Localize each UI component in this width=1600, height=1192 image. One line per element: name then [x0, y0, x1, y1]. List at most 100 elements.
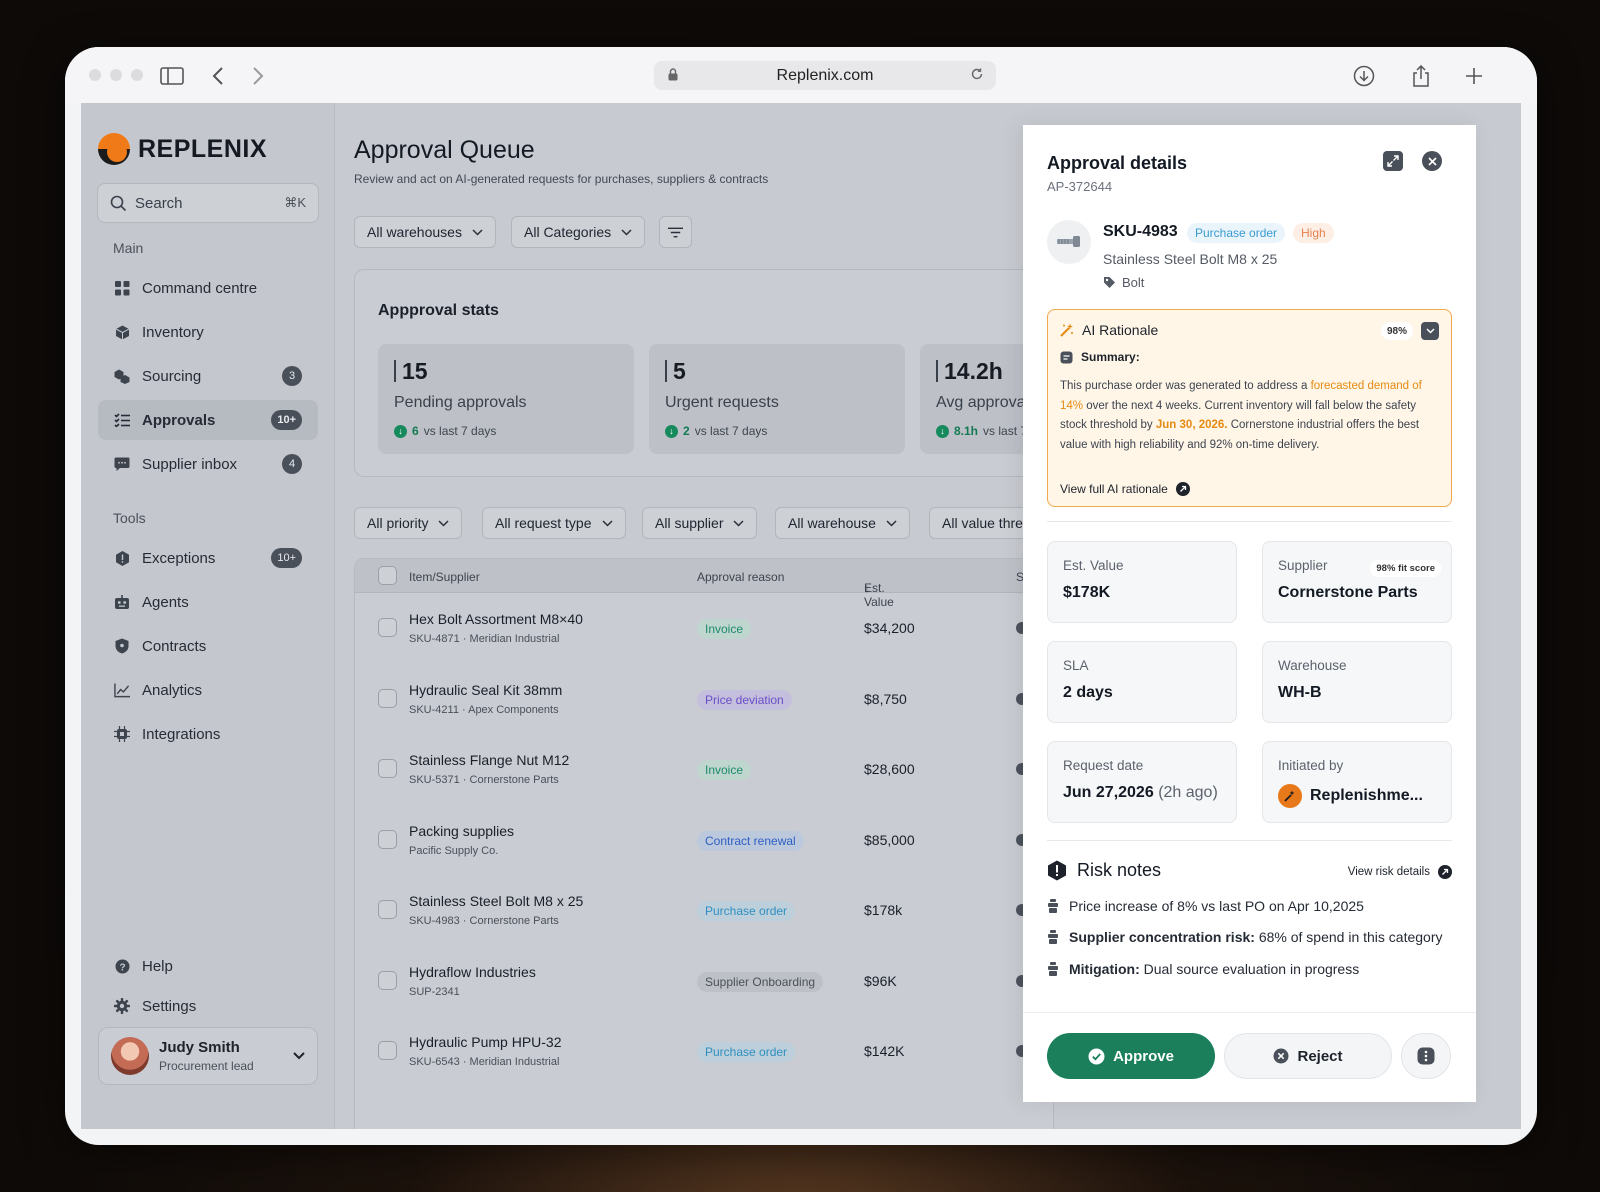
approve-button[interactable]: Approve: [1047, 1033, 1215, 1079]
collapse-button[interactable]: [1421, 322, 1439, 340]
select-all-checkbox[interactable]: [378, 566, 397, 585]
page-title: Approval Queue: [354, 136, 535, 164]
user-menu[interactable]: Judy Smith Procurement lead: [98, 1027, 318, 1085]
boxes-icon: [114, 368, 130, 384]
stat-value: 5: [665, 360, 889, 383]
address-bar[interactable]: Replenix.com: [654, 61, 996, 90]
table-row[interactable]: Stainless Steel Bolt M8 x 25 SKU-4983 · C…: [355, 875, 1053, 946]
row-checkbox[interactable]: [378, 900, 397, 919]
ai-summary-text: This purchase order was generated to add…: [1060, 380, 1422, 451]
download-icon[interactable]: [1351, 63, 1377, 89]
row-checkbox[interactable]: [378, 759, 397, 778]
filter-settings-button[interactable]: [659, 216, 692, 248]
stat-delta: ↓ 2 vs last 7 days: [665, 424, 889, 438]
sidebar-item-command-centre[interactable]: Command centre: [98, 268, 318, 308]
alert-icon: [114, 550, 130, 566]
sidebar-item-label: Inventory: [142, 323, 204, 341]
sidebar-item-approvals[interactable]: Approvals 10+: [98, 400, 318, 440]
sidebar-item-analytics[interactable]: Analytics: [98, 670, 318, 710]
supplier-inbox-badge: 4: [282, 454, 302, 474]
request-type-filter-dropdown[interactable]: All request type: [482, 507, 626, 539]
close-button[interactable]: [1422, 151, 1442, 171]
table-row[interactable]: Hydraulic Seal Kit 38mm SKU-4211 · Apex C…: [355, 664, 1053, 735]
sidebar-item-sourcing[interactable]: Sourcing 3: [98, 356, 318, 396]
table-row[interactable]: Hydraulic Pump HPU-32 SKU-6543 · Meridian…: [355, 1016, 1053, 1087]
row-checkbox[interactable]: [378, 688, 397, 708]
item-name: Hydraulic Pump HPU-32: [409, 1034, 562, 1050]
row-checkbox[interactable]: [378, 970, 397, 990]
share-icon[interactable]: [1408, 63, 1434, 89]
search-shortcut: ⌘K: [284, 195, 306, 210]
sidebar-item-label: Contracts: [142, 637, 207, 655]
url-text: Replenix.com: [776, 66, 874, 84]
sidebar-item-help[interactable]: ? Help: [98, 946, 318, 986]
row-checkbox[interactable]: [378, 1041, 397, 1060]
arrow-down-icon: ↓: [936, 424, 949, 438]
sku-description: Stainless Steel Bolt M8 x 25: [1103, 251, 1278, 267]
sidebar-item-contracts[interactable]: Contracts: [98, 626, 318, 666]
category-filter-dropdown[interactable]: All Categories: [511, 216, 646, 248]
expand-button[interactable]: [1383, 151, 1403, 171]
chevron-down-icon: [1425, 328, 1435, 334]
back-icon[interactable]: [205, 63, 231, 89]
field-value: WH-B: [1278, 684, 1322, 701]
panel-footer: Approve Reject: [1023, 1012, 1476, 1102]
supplier-filter-dropdown[interactable]: All supplier: [642, 507, 758, 539]
table-row[interactable]: Stainless Flange Nut M12 SKU-5371 · Corne…: [355, 734, 1053, 805]
priority-filter-dropdown[interactable]: All priority: [354, 507, 463, 539]
x-circle-icon: [1273, 1048, 1289, 1064]
warehouse-table-filter-dropdown[interactable]: All warehouse: [775, 507, 910, 539]
box-icon: [114, 324, 130, 340]
field-label: Warehouse: [1278, 658, 1347, 673]
exceptions-badge: 10+: [271, 548, 302, 568]
supplier-field[interactable]: Supplier 98% fit score Cornerstone Parts: [1262, 541, 1452, 623]
sidebar-item-exceptions[interactable]: Exceptions 10+: [98, 538, 318, 578]
arrow-up-right-icon: [1438, 865, 1452, 879]
alert-icon: [1048, 860, 1066, 881]
view-full-ai-rationale-link[interactable]: View full AI rationale: [1060, 482, 1190, 496]
table-row[interactable]: Packing supplies Pacific Supply Co. Contra…: [355, 805, 1053, 876]
search-placeholder: Search: [135, 194, 183, 212]
column-header-reason[interactable]: Approval reason: [697, 570, 784, 584]
sourcing-badge: 3: [282, 366, 302, 386]
sidebar-item-label: Sourcing: [142, 367, 202, 385]
stat-delta: ↓ 6 vs last 7 days: [394, 424, 618, 438]
table-row[interactable]: Hydraflow Industries SUP-2341 Supplier Onb…: [355, 946, 1053, 1017]
ai-summary-label: Summary:: [1060, 350, 1140, 364]
more-options-button[interactable]: [1401, 1033, 1451, 1079]
avatar: [111, 1037, 149, 1075]
sidebar-item-label: Agents: [142, 593, 189, 611]
sidebar-item-settings[interactable]: Settings: [98, 986, 318, 1026]
sidebar-toggle-icon[interactable]: [159, 63, 185, 89]
item-meta: Pacific Supply Co.: [409, 844, 499, 857]
risk-note-item: Price increase of 8% vs last PO on Apr 1…: [1047, 898, 1364, 914]
row-checkbox[interactable]: [378, 829, 397, 849]
view-risk-details-link[interactable]: View risk details: [1348, 865, 1452, 879]
brand[interactable]: REPLENIX: [98, 133, 267, 165]
help-icon: ?: [114, 958, 130, 974]
sidebar-item-integrations[interactable]: Integrations: [98, 714, 318, 754]
warehouse-filter-dropdown[interactable]: All warehouses: [354, 216, 496, 248]
search-input[interactable]: Search ⌘K: [97, 183, 319, 223]
new-tab-icon[interactable]: [1461, 63, 1487, 89]
chevron-down-icon: [886, 519, 897, 527]
sidebar-item-label: Integrations: [142, 725, 221, 743]
column-header-item[interactable]: Item/Supplier: [409, 570, 480, 584]
table-row[interactable]: Hex Bolt Assortment M8×40 SKU-4871 · Meri…: [355, 593, 1053, 664]
item-meta: SKU-6543 · Meridian Industrial: [409, 1056, 560, 1068]
row-checkbox[interactable]: [378, 618, 397, 637]
reload-icon[interactable]: [970, 67, 984, 86]
reject-button[interactable]: Reject: [1224, 1033, 1392, 1079]
window-controls[interactable]: [89, 69, 143, 81]
approval-details-panel: Approval details AP-372644 SKU-4983 Purc…: [1023, 125, 1476, 1102]
agent-avatar-icon: [1278, 784, 1302, 808]
sidebar-item-agents[interactable]: Agents: [98, 582, 318, 622]
svg-text:?: ?: [119, 962, 125, 973]
approval-reason-pill: Purchase order: [697, 901, 796, 921]
sidebar-item-supplier-inbox[interactable]: Supplier inbox 4: [98, 444, 318, 484]
sidebar-item-inventory[interactable]: Inventory: [98, 312, 318, 352]
approval-reason-pill: Purchase order: [697, 1042, 796, 1062]
approval-reason-pill: Invoice: [697, 760, 752, 780]
robot-icon: [114, 594, 130, 610]
forward-icon[interactable]: [245, 63, 271, 89]
